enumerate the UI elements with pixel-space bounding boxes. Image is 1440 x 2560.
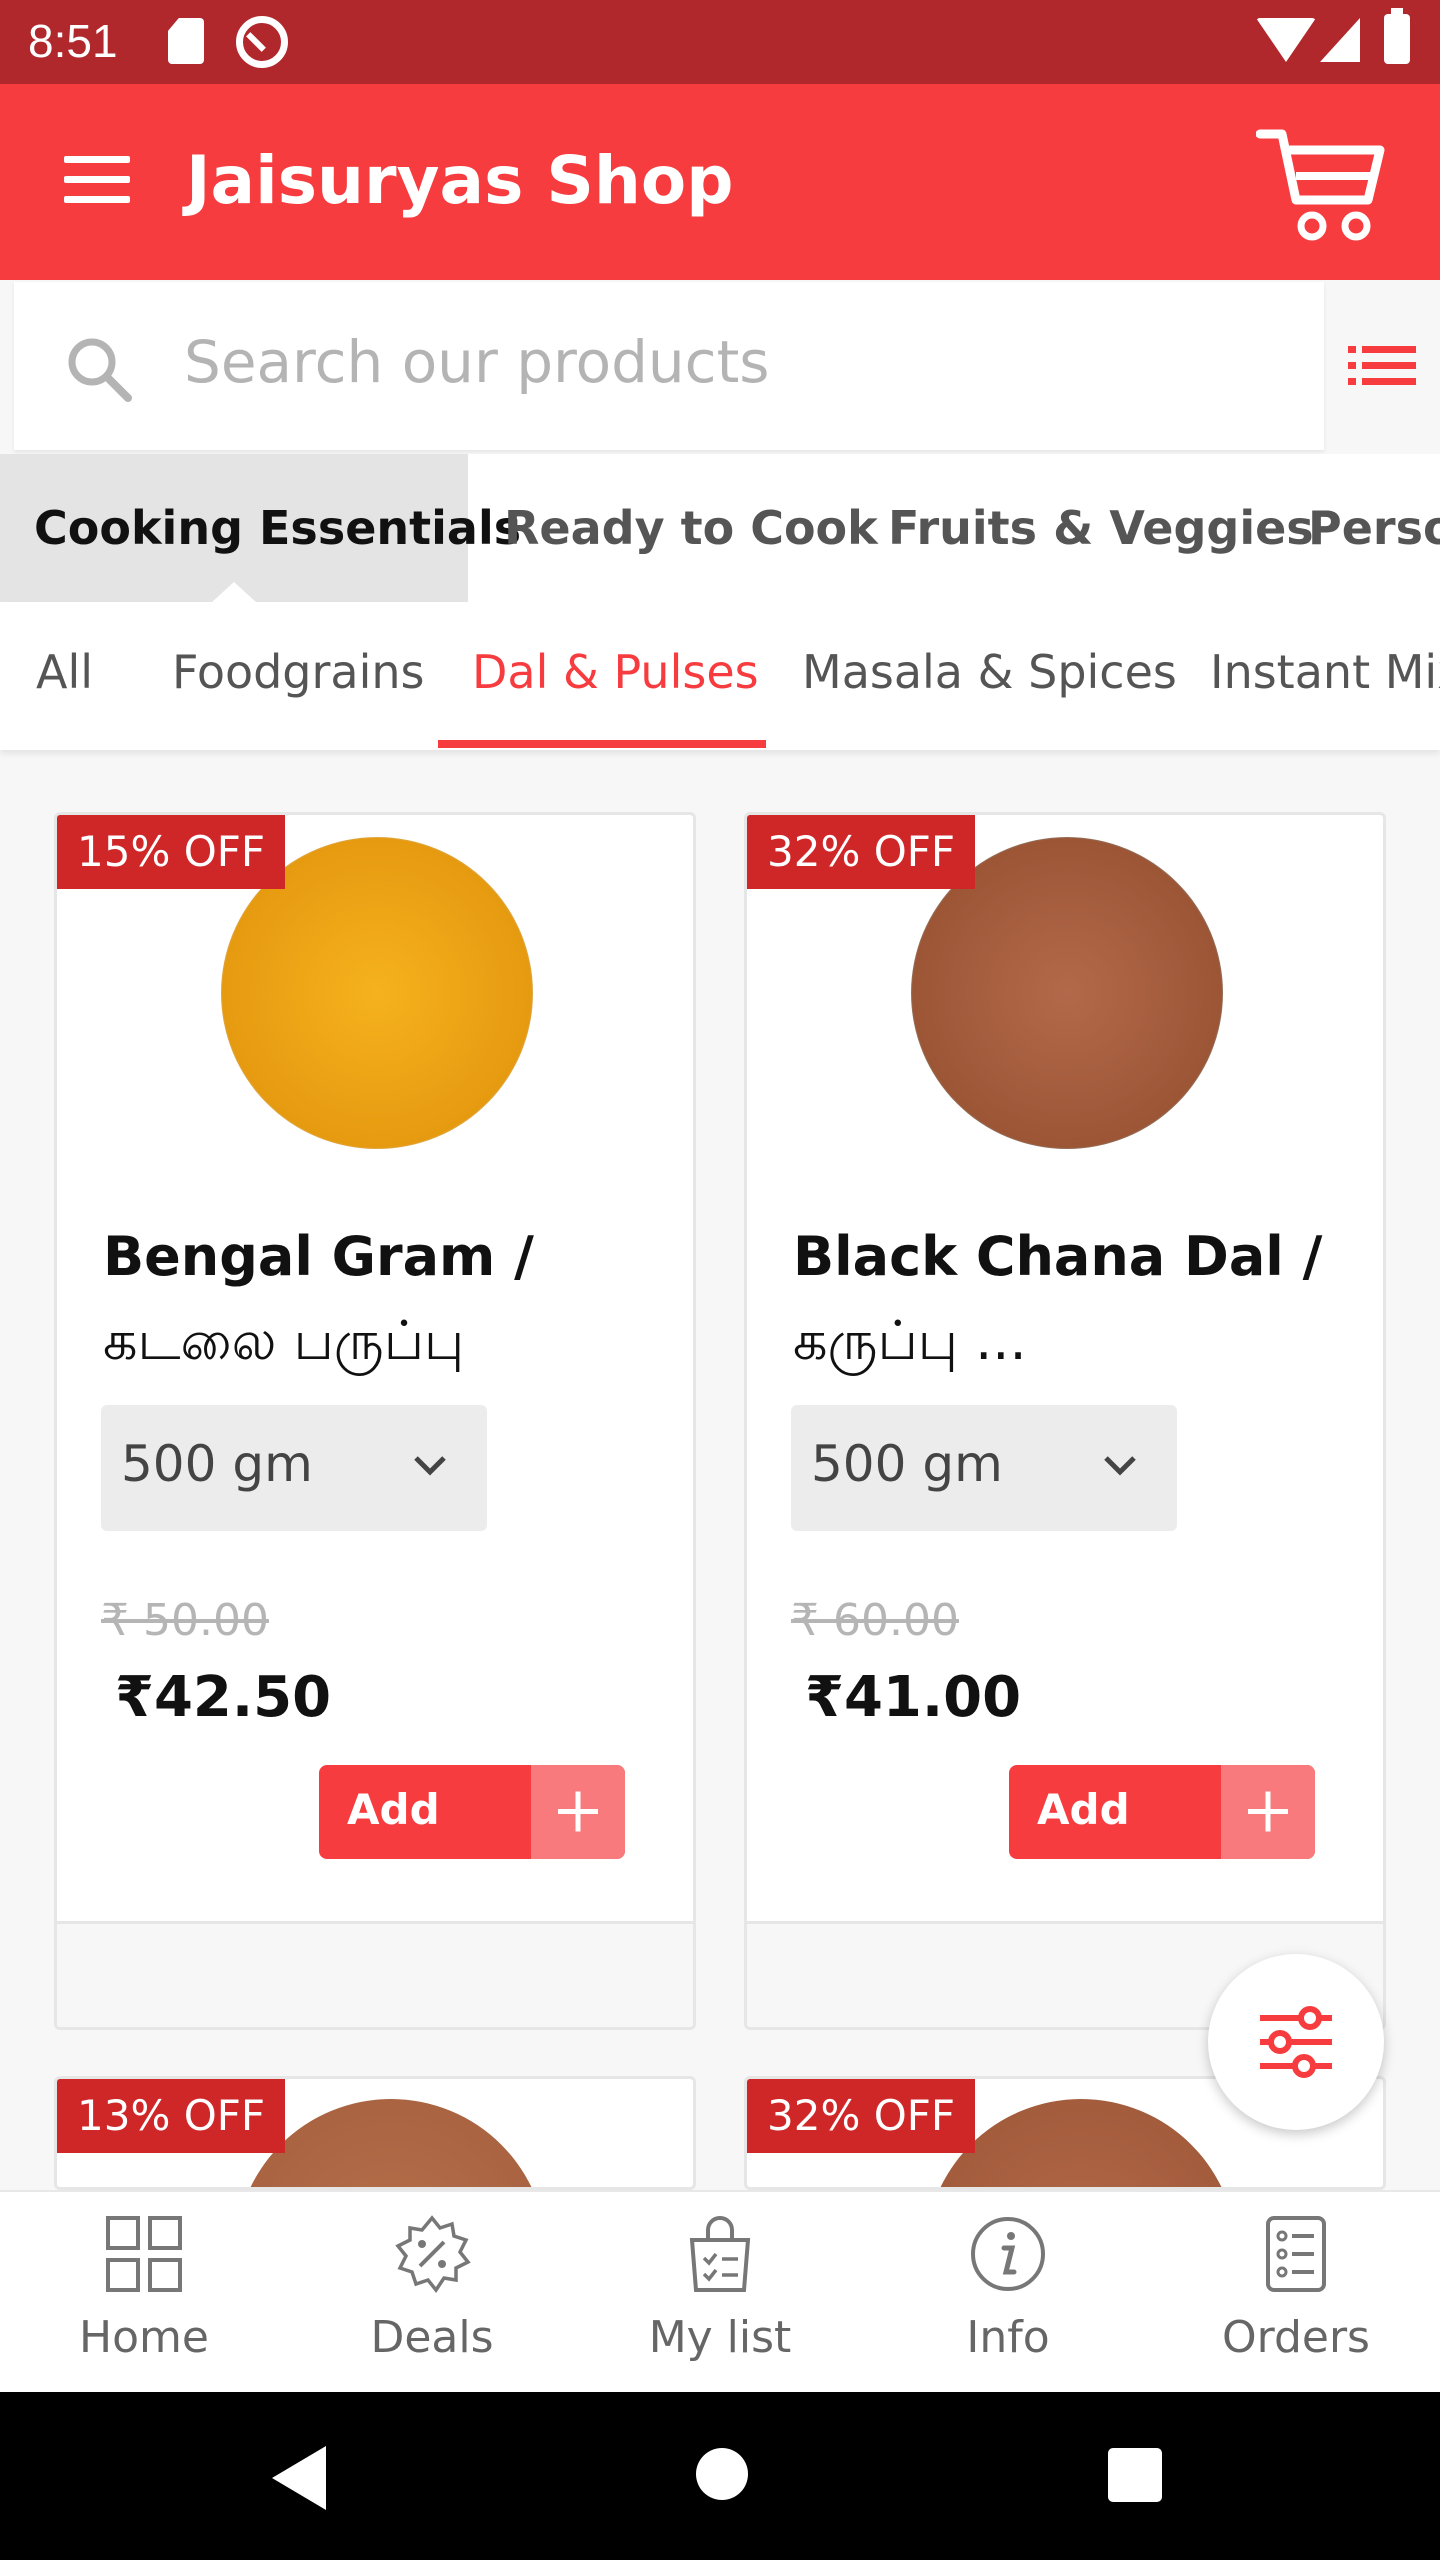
add-button-label: Add xyxy=(1037,1785,1130,1834)
plus-icon xyxy=(1221,1765,1315,1859)
wifi-icon xyxy=(1256,18,1316,62)
search-bar xyxy=(14,282,1324,450)
home-circle-icon[interactable] xyxy=(696,2448,748,2500)
subtab-instant-mixes[interactable]: Instant Mixes xyxy=(1210,602,1440,750)
subtab-all[interactable]: All xyxy=(36,602,93,750)
subtab-dal-pulses[interactable]: Dal & Pulses xyxy=(472,602,759,750)
nav-my-list[interactable]: My list xyxy=(576,2192,864,2394)
menu-icon[interactable] xyxy=(64,156,130,204)
filter-button[interactable] xyxy=(1208,1954,1384,2130)
list-view-icon[interactable] xyxy=(1348,344,1416,388)
add-to-cart-button[interactable]: Add xyxy=(319,1765,625,1859)
subtab-masala-spices[interactable]: Masala & Spices xyxy=(802,602,1177,750)
cart-icon[interactable] xyxy=(1256,126,1386,242)
system-navigation-bar xyxy=(0,2392,1440,2560)
status-bar: 8:51 xyxy=(0,0,1440,84)
discount-badge: 32% OFF xyxy=(747,2079,976,2153)
product-card[interactable]: 32% OFF Black Chana Dal / கருப்பு ... 50… xyxy=(744,812,1386,2030)
product-name[interactable]: Bengal Gram / xyxy=(103,1215,663,1299)
quantity-select[interactable]: 500 gm xyxy=(101,1405,487,1531)
nav-orders-label: Orders xyxy=(1222,2312,1370,2363)
chevron-down-icon xyxy=(414,1456,446,1476)
recents-icon[interactable] xyxy=(1108,2448,1162,2502)
back-icon[interactable] xyxy=(272,2446,326,2510)
filter-sliders-icon xyxy=(1260,2006,1332,2078)
deals-badge-icon xyxy=(395,2215,471,2293)
nav-home[interactable]: Home xyxy=(0,2192,288,2394)
subtab-foodgrains[interactable]: Foodgrains xyxy=(172,602,425,750)
tab-personal-care[interactable]: Personal Care xyxy=(1308,454,1440,602)
original-price: ₹ 50.00 xyxy=(101,1595,269,1646)
orders-list-icon xyxy=(1266,2216,1326,2292)
chevron-down-icon xyxy=(1104,1456,1136,1476)
product-card[interactable]: 15% OFF Bengal Gram / கடலை பருப்பு 500 g… xyxy=(54,812,696,2030)
sale-price: ₹42.50 xyxy=(115,1665,332,1730)
active-subtab-underline xyxy=(438,740,766,748)
nav-deals[interactable]: Deals xyxy=(288,2192,576,2394)
app-title: Jaisuryas Shop xyxy=(186,142,734,219)
nav-home-label: Home xyxy=(79,2312,209,2363)
discount-badge: 13% OFF xyxy=(57,2079,286,2153)
battery-icon xyxy=(1384,8,1410,64)
status-time: 8:51 xyxy=(28,15,118,67)
nav-orders[interactable]: Orders xyxy=(1152,2192,1440,2394)
category-pointer xyxy=(212,582,256,602)
subcategory-tabs: All Foodgrains Dal & Pulses Masala & Spi… xyxy=(0,602,1440,750)
original-price: ₹ 60.00 xyxy=(791,1595,959,1646)
tab-ready-to-cook[interactable]: Ready to Cook xyxy=(504,454,878,602)
plus-icon xyxy=(531,1765,625,1859)
product-name[interactable]: Black Chana Dal / xyxy=(793,1215,1353,1299)
nav-info-label: Info xyxy=(966,2312,1050,2363)
search-input[interactable] xyxy=(184,322,1284,402)
info-icon xyxy=(971,2217,1045,2291)
category-tabs: Cooking Essentials Ready to Cook Fruits … xyxy=(0,454,1440,602)
tab-cooking-essentials[interactable]: Cooking Essentials xyxy=(0,454,521,602)
nav-deals-label: Deals xyxy=(370,2312,494,2363)
sd-card-icon xyxy=(168,18,204,64)
add-to-cart-button[interactable]: Add xyxy=(1009,1765,1315,1859)
shopping-bag-icon xyxy=(689,2216,751,2292)
bottom-navigation: Home Deals My list Info Orders xyxy=(0,2190,1440,2392)
product-name-tamil[interactable]: கடலை பருப்பு xyxy=(103,1299,663,1383)
home-grid-icon xyxy=(106,2216,182,2292)
product-name-tamil[interactable]: கருப்பு ... xyxy=(793,1299,1353,1383)
discount-badge: 15% OFF xyxy=(57,815,286,889)
signal-icon xyxy=(1320,18,1360,62)
tab-fruits-veggies[interactable]: Fruits & Veggies xyxy=(888,454,1314,602)
nav-my-list-label: My list xyxy=(648,2312,792,2363)
quantity-value: 500 gm xyxy=(811,1435,1003,1493)
nav-info[interactable]: Info xyxy=(864,2192,1152,2394)
quantity-value: 500 gm xyxy=(121,1435,313,1493)
sale-price: ₹41.00 xyxy=(805,1665,1022,1730)
product-card[interactable]: 13% OFF xyxy=(54,2076,696,2190)
discount-badge: 32% OFF xyxy=(747,815,976,889)
app-bar: Jaisuryas Shop xyxy=(0,84,1440,280)
at-sign-icon xyxy=(236,16,288,68)
add-button-label: Add xyxy=(347,1785,440,1834)
quantity-select[interactable]: 500 gm xyxy=(791,1405,1177,1531)
card-footer xyxy=(57,1921,693,2027)
search-icon xyxy=(68,338,132,402)
